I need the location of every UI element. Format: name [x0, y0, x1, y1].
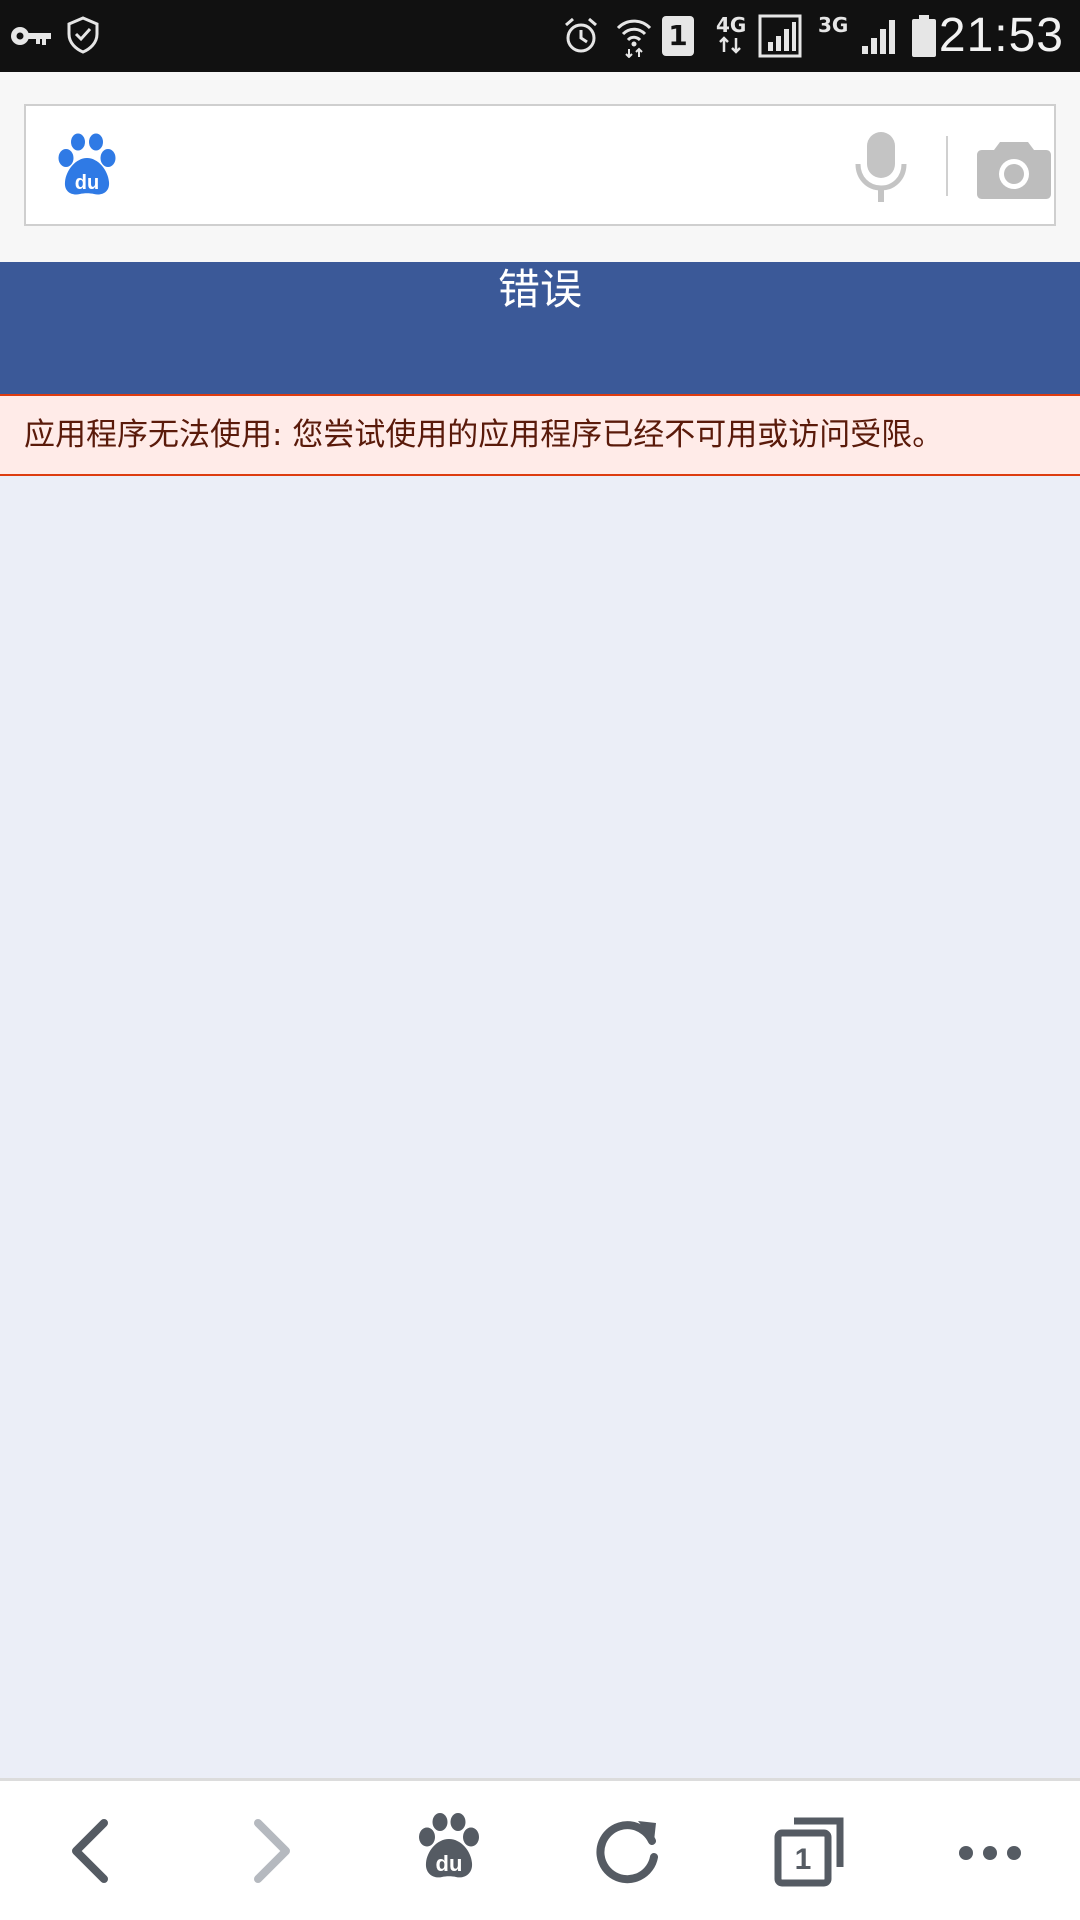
- network-3g-label: 3G: [818, 13, 849, 37]
- refresh-icon: [596, 1821, 658, 1884]
- search-box[interactable]: du: [24, 104, 1056, 226]
- camera-icon[interactable]: [976, 136, 1052, 200]
- microphone-icon[interactable]: [846, 130, 916, 204]
- refresh-button[interactable]: [578, 1801, 678, 1901]
- wifi-icon: [616, 19, 652, 58]
- tab-count: 1: [795, 1843, 812, 1876]
- page-title: 错误: [497, 265, 582, 314]
- status-time: 21:53: [938, 9, 1064, 62]
- status-bar: 1 4G 3G 21:53: [0, 0, 1080, 72]
- signal-icon: [862, 20, 895, 54]
- back-button[interactable]: [40, 1801, 140, 1901]
- search-header: du: [0, 72, 1080, 262]
- search-input[interactable]: [146, 126, 826, 206]
- forward-icon: [254, 1819, 290, 1883]
- error-banner: 应用程序无法使用: 您尝试使用的应用程序已经不可用或访问受限。: [0, 394, 1080, 476]
- more-icon: [959, 1846, 1021, 1860]
- search-divider: [946, 136, 948, 196]
- battery-icon: [912, 15, 936, 57]
- error-message: 应用程序无法使用: 您尝试使用的应用程序已经不可用或访问受限。: [24, 417, 944, 453]
- alarm-icon: [565, 17, 597, 53]
- vpn-key-icon: [11, 27, 51, 45]
- baidu-paw-icon[interactable]: du: [56, 132, 118, 198]
- baidu-home-icon: du: [419, 1813, 479, 1878]
- data-arrows-icon: [719, 36, 741, 54]
- sim-1-icon: 1: [662, 16, 694, 56]
- home-logo-text: du: [436, 1851, 463, 1876]
- back-icon: [72, 1819, 108, 1883]
- baidu-logo-text: du: [75, 172, 99, 194]
- title-bar: 错误: [0, 262, 1080, 394]
- tabs-icon: 1: [774, 1817, 844, 1887]
- signal-box-icon: [758, 14, 802, 58]
- shield-icon: [67, 16, 99, 54]
- forward-button[interactable]: [222, 1801, 322, 1901]
- home-button[interactable]: du: [399, 1801, 499, 1901]
- more-button[interactable]: [940, 1801, 1040, 1901]
- tabs-button[interactable]: 1: [758, 1801, 858, 1901]
- bottom-toolbar: du 1: [0, 1778, 1080, 1920]
- network-4g-label: 4G: [716, 13, 747, 37]
